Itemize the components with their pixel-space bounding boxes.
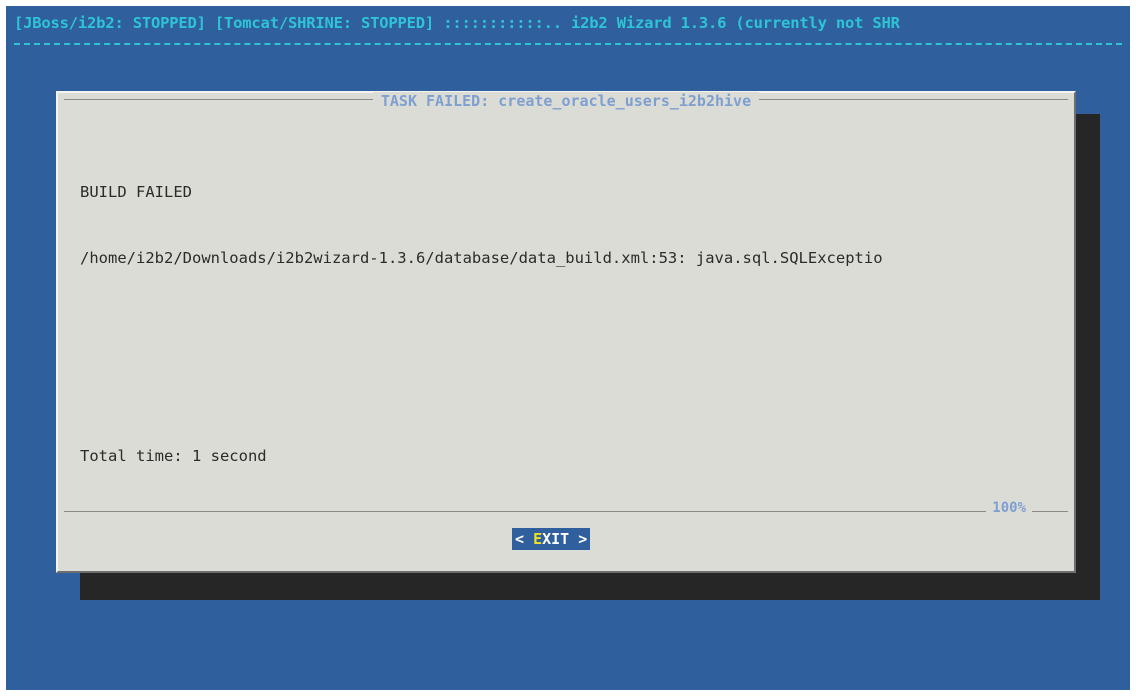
dialog-message: BUILD FAILED /home/i2b2/Downloads/i2b2wi…	[80, 137, 1064, 511]
scroll-percent-indicator: 100%	[986, 500, 1032, 516]
backtitle: [JBoss/i2b2: STOPPED] [Tomcat/SHRINE: ST…	[14, 14, 900, 32]
exit-button-label: XIT	[542, 530, 570, 548]
dialog-title-bar: TASK FAILED: create_oracle_users_i2b2hiv…	[58, 91, 1074, 110]
total-time-line: Total time: 1 second	[80, 447, 267, 465]
exit-button-hotkey: E	[533, 530, 543, 548]
error-path-line: /home/i2b2/Downloads/i2b2wizard-1.3.6/da…	[80, 249, 883, 267]
task-failed-dialog: TASK FAILED: create_oracle_users_i2b2hiv…	[56, 91, 1076, 573]
exit-button[interactable]: < EXIT >	[512, 528, 591, 550]
build-status-line: BUILD FAILED	[80, 183, 192, 201]
dialog-top-border	[64, 99, 1068, 100]
button-area-divider	[64, 511, 1068, 512]
terminal-screen: [JBoss/i2b2: STOPPED] [Tomcat/SHRINE: ST…	[6, 6, 1130, 690]
exit-button-left-bracket: <	[515, 530, 525, 548]
backtitle-divider	[14, 43, 1122, 45]
dialog-title: TASK FAILED: create_oracle_users_i2b2hiv…	[372, 92, 760, 110]
exit-button-right-bracket: >	[578, 530, 588, 548]
